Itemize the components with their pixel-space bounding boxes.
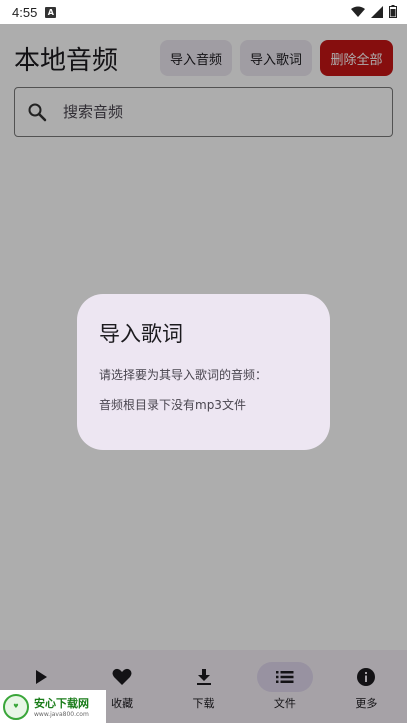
dialog-message: 音频根目录下没有mp3文件: [99, 398, 246, 412]
app-notification-icon: A: [45, 6, 57, 18]
status-time: 4:55: [12, 4, 38, 20]
dialog-title: 导入歌词: [99, 322, 183, 346]
dialog-prompt: 请选择要为其导入歌词的音频：: [99, 368, 268, 382]
wifi-icon: [351, 6, 365, 17]
battery-icon: [389, 5, 397, 18]
watermark-url: www.java800.com: [34, 711, 89, 718]
site-watermark: ♥ 安心下载网 www.java800.com: [0, 690, 106, 723]
import-lyrics-dialog: 导入歌词 请选择要为其导入歌词的音频： 音频根目录下没有mp3文件: [77, 294, 330, 450]
watermark-name: 安心下载网: [34, 697, 89, 710]
status-bar: 4:55 A: [0, 0, 407, 24]
status-icons: [351, 5, 397, 18]
signal-icon: [371, 5, 383, 18]
watermark-logo-icon: ♥: [3, 693, 29, 720]
